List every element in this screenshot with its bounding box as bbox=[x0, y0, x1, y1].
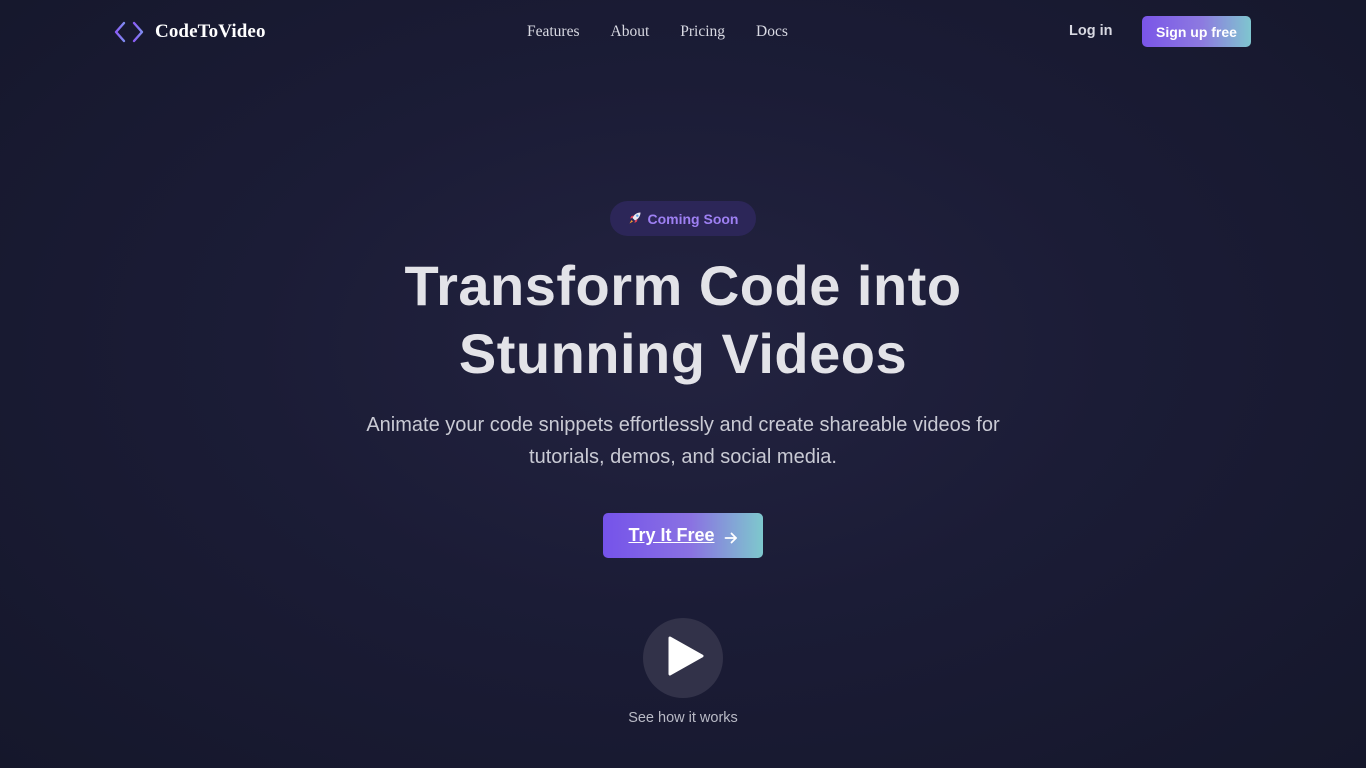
cta-label: Try It Free bbox=[628, 525, 715, 545]
rocket-icon bbox=[628, 211, 642, 227]
headline-line-1: Transform Code into bbox=[404, 254, 962, 317]
try-it-free-button[interactable]: Try It Free bbox=[603, 513, 763, 558]
hero-subtitle: Animate your code snippets effortlessly … bbox=[366, 414, 1000, 468]
brand-logo-link[interactable]: CodeToVideo bbox=[114, 19, 266, 45]
nav-link-docs[interactable]: Docs bbox=[756, 23, 788, 41]
primary-nav: Features About Pricing Docs bbox=[527, 23, 819, 41]
coming-soon-badge: Coming Soon bbox=[610, 201, 756, 236]
top-navbar: CodeToVideo Features About Pricing Docs … bbox=[0, 0, 1366, 64]
badge-label: Coming Soon bbox=[647, 210, 739, 227]
login-link[interactable]: Log in bbox=[1069, 23, 1113, 39]
nav-link-about[interactable]: About bbox=[611, 23, 650, 41]
code-brackets-icon bbox=[114, 19, 144, 45]
nav-link-pricing[interactable]: Pricing bbox=[680, 23, 725, 41]
arrow-right-icon bbox=[724, 529, 738, 543]
headline-line-2: Stunning Videos bbox=[458, 322, 908, 385]
play-caption: See how it works bbox=[628, 710, 738, 726]
brand-name: CodeToVideo bbox=[155, 21, 266, 42]
signup-button[interactable]: Sign up free bbox=[1142, 16, 1251, 47]
play-icon bbox=[660, 634, 706, 683]
play-video-button[interactable] bbox=[643, 618, 723, 698]
nav-link-features[interactable]: Features bbox=[527, 23, 580, 41]
hero-headline: Transform Code into Stunning Videos bbox=[0, 252, 1366, 388]
